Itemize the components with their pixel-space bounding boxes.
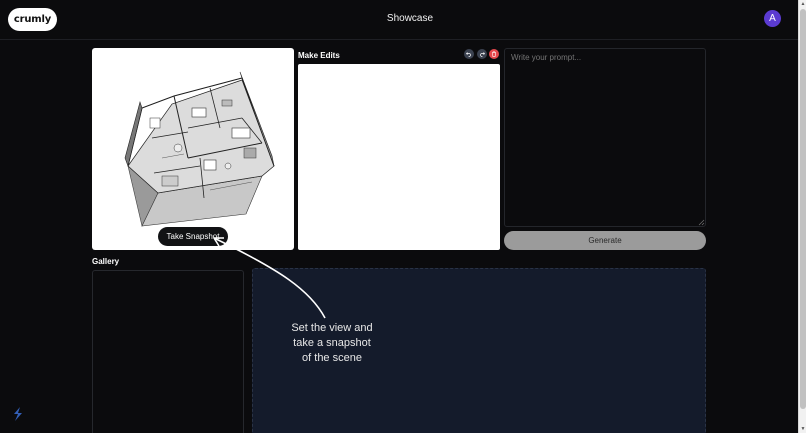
- gallery-heading: Gallery: [92, 257, 120, 266]
- scroll-up-icon[interactable]: ▲: [799, 0, 806, 8]
- delete-button[interactable]: [489, 49, 499, 59]
- hint-line: take a snapshot: [293, 337, 371, 349]
- floorplan-model-icon: [124, 71, 275, 227]
- hint-line: of the scene: [302, 352, 362, 364]
- edit-canvas[interactable]: [298, 64, 500, 250]
- prompt-input[interactable]: [504, 48, 706, 227]
- trash-icon: [492, 51, 496, 57]
- 3d-viewer[interactable]: [92, 48, 294, 250]
- redo-button[interactable]: [477, 49, 487, 59]
- top-header: crumly Showcase A: [0, 0, 798, 40]
- user-avatar[interactable]: A: [764, 10, 781, 27]
- hint-line: Set the view and: [291, 322, 373, 334]
- page-scrollbar[interactable]: ▲ ▼: [798, 0, 806, 433]
- snapshot-hint: Set the view and take a snapshot of the …: [282, 321, 382, 366]
- page-title: Showcase: [386, 13, 434, 24]
- scroll-down-icon[interactable]: ▼: [799, 425, 806, 433]
- undo-button[interactable]: [464, 49, 474, 59]
- take-snapshot-button[interactable]: Take Snapshot: [158, 227, 228, 246]
- gallery-list[interactable]: [92, 270, 244, 433]
- make-edits-label: Make Edits: [298, 51, 340, 60]
- scrollbar-thumb[interactable]: [800, 9, 806, 409]
- generate-button[interactable]: Generate: [504, 231, 706, 250]
- redo-icon: [480, 52, 485, 57]
- brand-badge-icon[interactable]: [10, 405, 26, 423]
- undo-icon: [466, 52, 471, 57]
- resize-grip-icon[interactable]: [698, 219, 705, 226]
